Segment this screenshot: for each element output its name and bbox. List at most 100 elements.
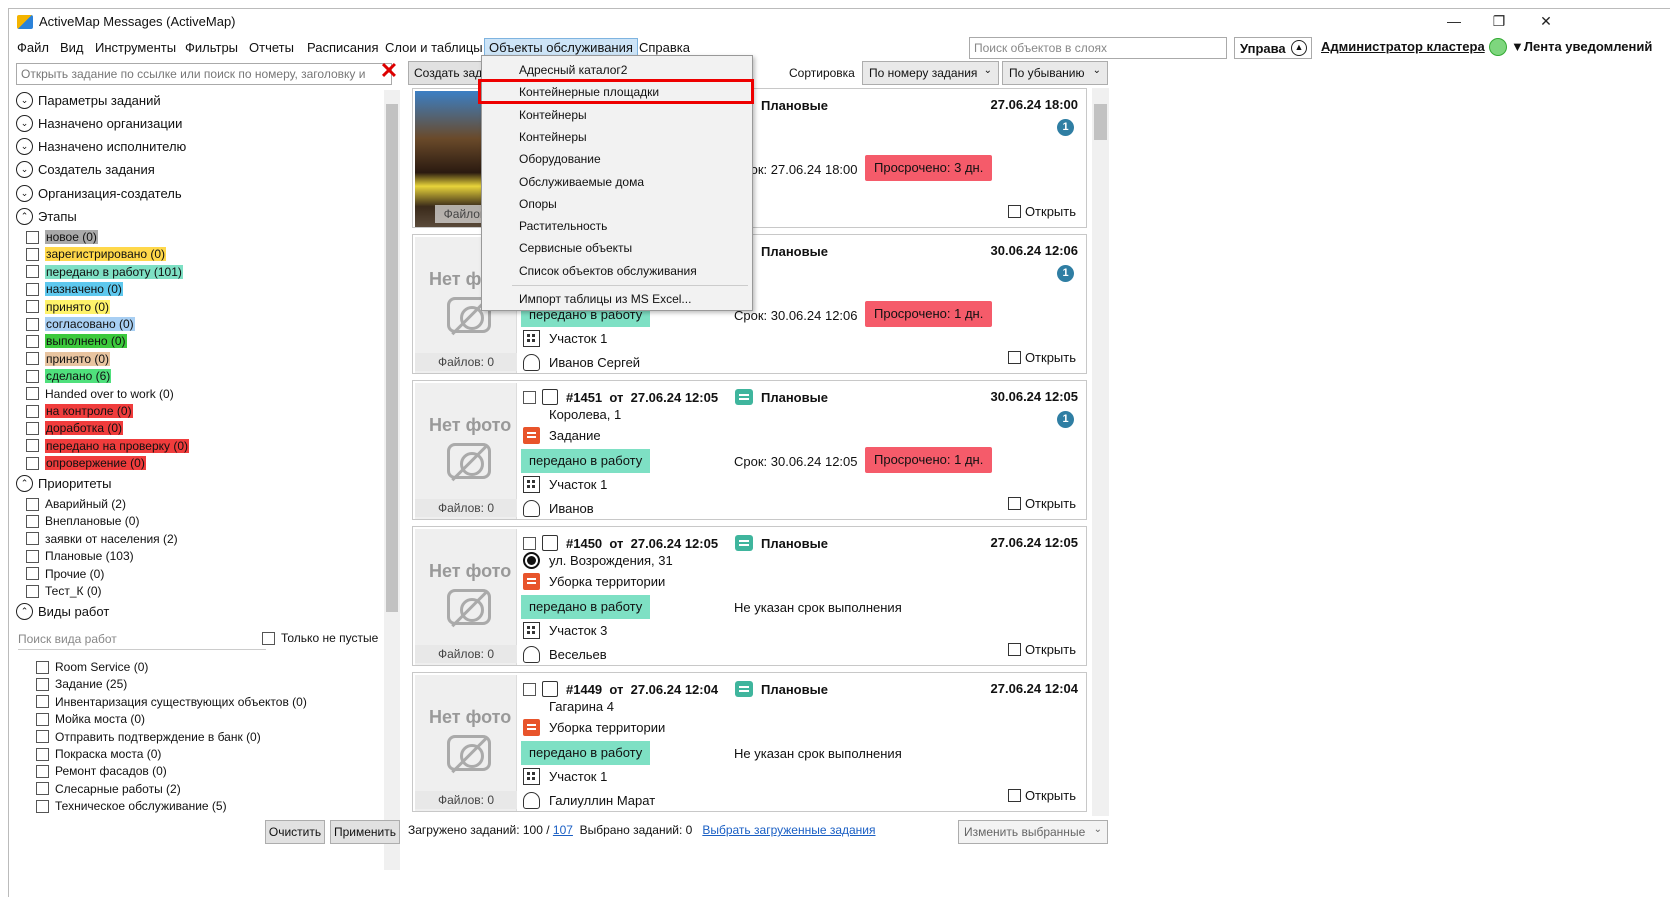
task-card[interactable]: Нет фото Файлов: 0 #1449 от 27.06.24 12:0… bbox=[412, 672, 1087, 812]
sort-order-select[interactable]: По убыванию ⌄ bbox=[1002, 61, 1108, 85]
stage-checkbox[interactable] bbox=[26, 265, 39, 279]
work-type-checkbox[interactable] bbox=[36, 799, 49, 813]
stage-checkbox[interactable] bbox=[26, 282, 39, 296]
work-type-checkbox[interactable] bbox=[36, 660, 49, 674]
group-params[interactable]: ⌄ Параметры заданий bbox=[16, 92, 161, 109]
restore-icon[interactable]: ❐ bbox=[1484, 11, 1514, 31]
group-priorities[interactable]: ⌃ Приоритеты bbox=[16, 475, 111, 492]
layer-search-input[interactable]: Поиск объектов в слоях bbox=[969, 37, 1227, 59]
stage-filter[interactable]: согласовано (0) bbox=[26, 317, 135, 331]
group-stages[interactable]: ⌃ Этапы bbox=[16, 208, 77, 225]
menu-item-import-excel[interactable]: Импорт таблицы из MS Excel... bbox=[519, 292, 691, 306]
work-type-filter[interactable]: Мойка моста (0) bbox=[36, 712, 145, 726]
only-nonempty-box[interactable] bbox=[262, 631, 275, 645]
menu-view[interactable]: Вид bbox=[56, 39, 88, 56]
stage-filter[interactable]: выполнено (0) bbox=[26, 334, 127, 349]
priority-checkbox[interactable] bbox=[26, 532, 39, 546]
work-type-checkbox[interactable] bbox=[36, 712, 49, 726]
stage-filter[interactable]: новое (0) bbox=[26, 230, 98, 244]
priority-filter[interactable]: Плановые (103) bbox=[26, 549, 134, 563]
work-type-checkbox[interactable] bbox=[36, 695, 49, 709]
stage-checkbox[interactable] bbox=[26, 387, 39, 401]
menu-schedules[interactable]: Расписания bbox=[303, 39, 382, 56]
select-loaded-link[interactable]: Выбрать загруженные задания bbox=[702, 823, 875, 837]
close-icon[interactable]: ✕ bbox=[1531, 11, 1561, 31]
change-selected-button[interactable]: Изменить выбранные ⌄ bbox=[958, 820, 1108, 844]
work-type-filter[interactable]: Покраска моста (0) bbox=[36, 747, 161, 761]
task-select-checkbox[interactable] bbox=[523, 682, 536, 696]
work-type-checkbox[interactable] bbox=[36, 730, 49, 744]
work-type-checkbox[interactable] bbox=[36, 782, 49, 796]
priority-checkbox[interactable] bbox=[26, 514, 39, 528]
work-type-filter[interactable]: Слесарные работы (2) bbox=[36, 782, 181, 796]
menu-item-service-object[interactable]: Обслуживаемые дома bbox=[519, 175, 644, 189]
filter-scrollbar-thumb[interactable] bbox=[386, 104, 398, 612]
open-task-link[interactable]: Открыть bbox=[1007, 350, 1076, 365]
stage-checkbox[interactable] bbox=[26, 317, 39, 331]
clear-button[interactable]: Очистить bbox=[265, 820, 325, 844]
stage-checkbox[interactable] bbox=[26, 352, 39, 366]
work-type-filter[interactable]: Инвентаризация существующих объектов (0) bbox=[36, 695, 307, 709]
priority-filter[interactable]: Аварийный (2) bbox=[26, 497, 126, 511]
stage-checkbox[interactable] bbox=[26, 439, 39, 453]
priority-checkbox[interactable] bbox=[26, 584, 39, 598]
work-type-filter[interactable]: Room Service (0) bbox=[36, 660, 148, 674]
notification-feed-toggle[interactable]: ▼Лента уведомлений bbox=[1511, 39, 1652, 54]
work-type-checkbox[interactable] bbox=[36, 677, 49, 691]
filter-scrollbar[interactable] bbox=[384, 90, 400, 870]
stage-checkbox[interactable] bbox=[26, 334, 39, 348]
stage-checkbox[interactable] bbox=[26, 369, 39, 383]
priority-checkbox[interactable] bbox=[26, 497, 39, 511]
stage-filter[interactable]: принято (0) bbox=[26, 299, 111, 314]
create-task-button[interactable]: Создать задание bbox=[408, 61, 486, 85]
minimize-icon[interactable]: — bbox=[1439, 11, 1469, 31]
menu-reports[interactable]: Отчеты bbox=[245, 39, 298, 56]
group-assigned-exec[interactable]: ⌄ Назначено исполнителю bbox=[16, 138, 186, 155]
stage-checkbox[interactable] bbox=[26, 456, 39, 470]
stage-checkbox[interactable] bbox=[26, 300, 39, 314]
menu-item-service-object[interactable]: Контейнеры bbox=[519, 108, 587, 122]
menu-item-service-object[interactable]: Адресный каталог2 bbox=[519, 63, 627, 77]
work-type-filter[interactable]: Техническое обслуживание (5) bbox=[36, 799, 227, 813]
priority-filter[interactable]: заявки от населения (2) bbox=[26, 532, 178, 546]
group-work-types[interactable]: ⌃ Виды работ bbox=[16, 603, 109, 620]
work-type-checkbox[interactable] bbox=[36, 764, 49, 778]
menu-layers[interactable]: Слои и таблицы bbox=[381, 39, 487, 56]
menu-filters[interactable]: Фильтры bbox=[181, 39, 242, 56]
apply-button[interactable]: Применить bbox=[330, 820, 400, 844]
task-card[interactable]: Нет фото Файлов: 0 #1450 от 27.06.24 12:0… bbox=[412, 526, 1087, 666]
group-creator-org[interactable]: ⌄ Организация-создатель bbox=[16, 185, 182, 202]
task-select-checkbox[interactable] bbox=[523, 536, 536, 550]
priority-checkbox[interactable] bbox=[26, 549, 39, 563]
open-task-link[interactable]: Открыть bbox=[1007, 496, 1076, 511]
loaded-total-link[interactable]: 107 bbox=[553, 823, 573, 837]
stage-filter[interactable]: опровержение (0) bbox=[26, 456, 146, 471]
menu-item-service-object[interactable]: Растительность bbox=[519, 219, 607, 233]
stage-checkbox[interactable] bbox=[26, 247, 39, 261]
stage-filter[interactable]: назначено (0) bbox=[26, 282, 123, 297]
menu-item-service-object[interactable]: Оборудование bbox=[519, 152, 601, 166]
menu-item-service-object[interactable]: Опоры bbox=[519, 197, 557, 211]
uprava-selector[interactable]: Управа ▲ bbox=[1234, 37, 1312, 59]
clear-search-icon[interactable]: ✕ bbox=[378, 60, 400, 83]
task-card[interactable]: Нет фото Файлов: 0 #1451 от 27.06.24 12:0… bbox=[412, 380, 1087, 520]
stage-checkbox[interactable] bbox=[26, 421, 39, 435]
stage-filter[interactable]: зарегистрировано (0) bbox=[26, 247, 167, 262]
work-type-filter[interactable]: Отправить подтверждение в банк (0) bbox=[36, 730, 261, 744]
stage-checkbox[interactable] bbox=[26, 404, 39, 418]
group-creator[interactable]: ⌄ Создатель задания bbox=[16, 161, 155, 178]
stage-filter[interactable]: сделано (6) bbox=[26, 369, 112, 384]
menu-tools[interactable]: Инструменты bbox=[91, 39, 180, 56]
menu-file[interactable]: Файл bbox=[13, 39, 53, 56]
priority-filter[interactable]: Прочие (0) bbox=[26, 567, 104, 581]
open-task-link[interactable]: Открыть bbox=[1007, 642, 1076, 657]
work-type-filter[interactable]: Задание (25) bbox=[36, 677, 127, 691]
stage-filter[interactable]: доработка (0) bbox=[26, 421, 123, 436]
open-task-link[interactable]: Открыть bbox=[1007, 204, 1076, 219]
work-type-filter[interactable]: Ремонт фасадов (0) bbox=[36, 764, 167, 778]
task-scrollbar-thumb[interactable] bbox=[1094, 104, 1107, 140]
task-select-checkbox[interactable] bbox=[523, 390, 536, 404]
priority-filter[interactable]: Тест_К (0) bbox=[26, 584, 102, 598]
stage-filter[interactable]: Handed over to work (0) bbox=[26, 387, 174, 401]
stage-checkbox[interactable] bbox=[26, 230, 39, 244]
